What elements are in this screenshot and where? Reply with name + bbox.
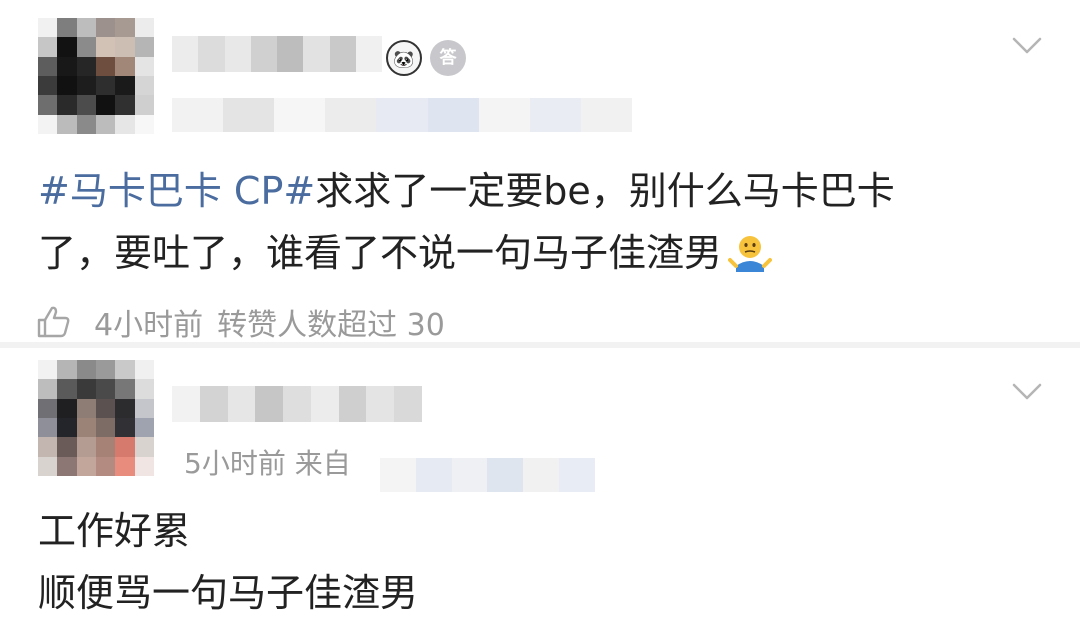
comment-card-1: 🐼 答 #马卡巴卡 CP#求求了一定要be，别什么马卡巴卡 了，要吐了，谁看了不…	[0, 0, 1080, 344]
repost-like-status: 转赞人数超过 30	[217, 308, 445, 343]
comment-text: 工作好累 顺便骂一句马子佳渣男	[38, 500, 1040, 624]
shrugging-person-icon	[728, 236, 773, 272]
avatar[interactable]	[38, 18, 154, 134]
avatar[interactable]	[38, 360, 154, 476]
topic-link[interactable]: #马卡巴卡 CP#	[38, 169, 315, 213]
comment-footer: 4小时前 转赞人数超过 30	[34, 300, 445, 344]
thumbs-up-icon[interactable]	[34, 303, 72, 341]
comment-card-2: 5小时前 来自 工作好累 顺便骂一句马子佳渣男	[0, 348, 1080, 640]
chevron-down-icon[interactable]	[1012, 376, 1042, 406]
username-blurred[interactable]	[172, 386, 423, 422]
medal-icon: 答	[430, 40, 466, 76]
comment-text-line-2: 顺便骂一句马子佳渣男	[38, 571, 419, 615]
comment-text: #马卡巴卡 CP#求求了一定要be，别什么马卡巴卡 了，要吐了，谁看了不说一句马…	[38, 160, 1040, 284]
meta-blurred	[172, 98, 632, 132]
comment-text-line-2: 了，要吐了，谁看了不说一句马子佳渣男	[38, 231, 723, 275]
post-time: 4小时前	[94, 308, 204, 343]
panda-icon: 🐼	[386, 40, 422, 76]
chevron-down-icon[interactable]	[1012, 30, 1042, 60]
comment-text-line-1: 求求了一定要be，别什么马卡巴卡	[315, 169, 895, 213]
comment-text-line-1: 工作好累	[38, 509, 191, 553]
post-meta: 5小时前 来自	[184, 447, 351, 480]
source-blurred	[380, 458, 595, 492]
username-blurred[interactable]	[172, 36, 382, 72]
